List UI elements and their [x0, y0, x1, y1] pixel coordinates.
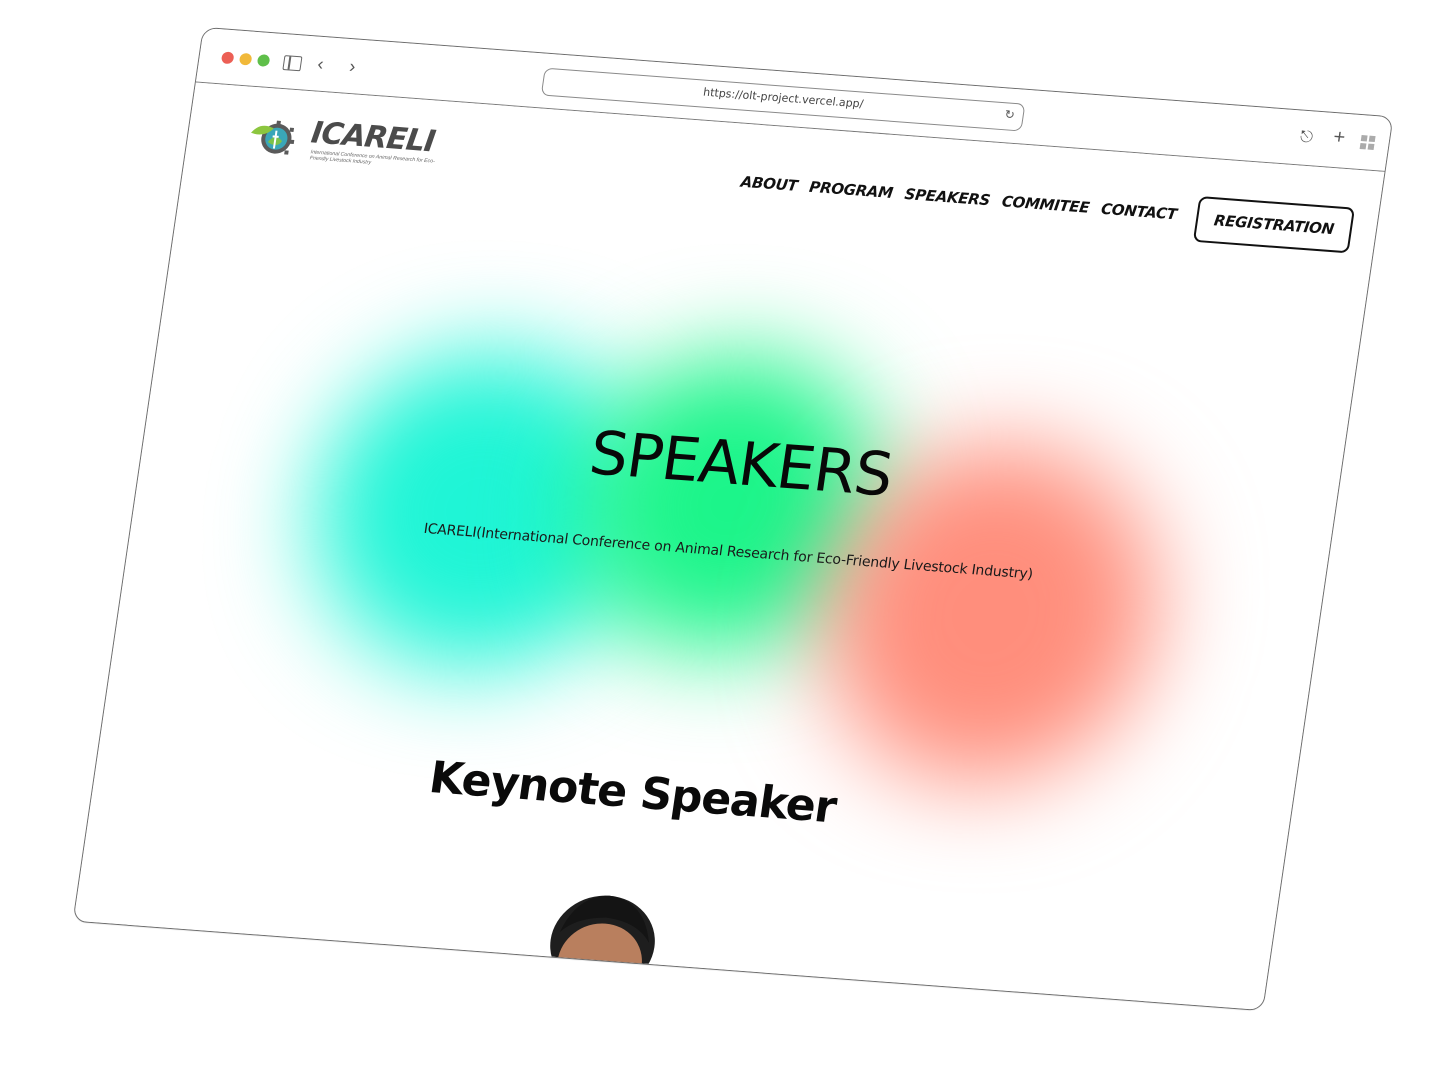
nav-commitee[interactable]: COMMITEE — [1001, 192, 1091, 216]
reload-icon[interactable]: ↻ — [1004, 107, 1016, 122]
registration-button[interactable]: REGISTRATION — [1192, 196, 1356, 254]
nav-program[interactable]: PROGRAM — [808, 178, 894, 202]
page-content: ICARELI International Conference on Anim… — [73, 82, 1385, 1011]
minimize-window-button[interactable] — [238, 52, 253, 66]
nav-contact[interactable]: CONTACT — [1100, 200, 1178, 224]
keynote-speaker-photo — [523, 895, 665, 1001]
main-nav: ABOUT PROGRAM SPEAKERS COMMITEE CONTACT — [740, 173, 1178, 224]
sidebar-toggle-icon[interactable] — [282, 55, 303, 72]
new-tab-icon[interactable]: + — [1332, 126, 1347, 149]
keynote-heading: Keynote Speaker — [425, 752, 840, 834]
maximize-window-button[interactable] — [256, 54, 271, 67]
forward-icon[interactable]: › — [348, 55, 357, 77]
share-icon[interactable]: ⎋ — [1299, 127, 1315, 150]
browser-window: ‹ › https://olt-project.vercel.app/ ↻ ⎋ … — [72, 26, 1394, 1012]
logo-mark-icon — [251, 120, 295, 155]
close-window-button[interactable] — [220, 51, 235, 65]
tab-overview-icon[interactable] — [1359, 135, 1376, 150]
nav-about[interactable]: ABOUT — [740, 173, 799, 195]
back-icon[interactable]: ‹ — [316, 53, 325, 75]
nav-speakers[interactable]: SPEAKERS — [903, 185, 991, 209]
site-logo[interactable]: ICARELI International Conference on Anim… — [245, 113, 451, 174]
